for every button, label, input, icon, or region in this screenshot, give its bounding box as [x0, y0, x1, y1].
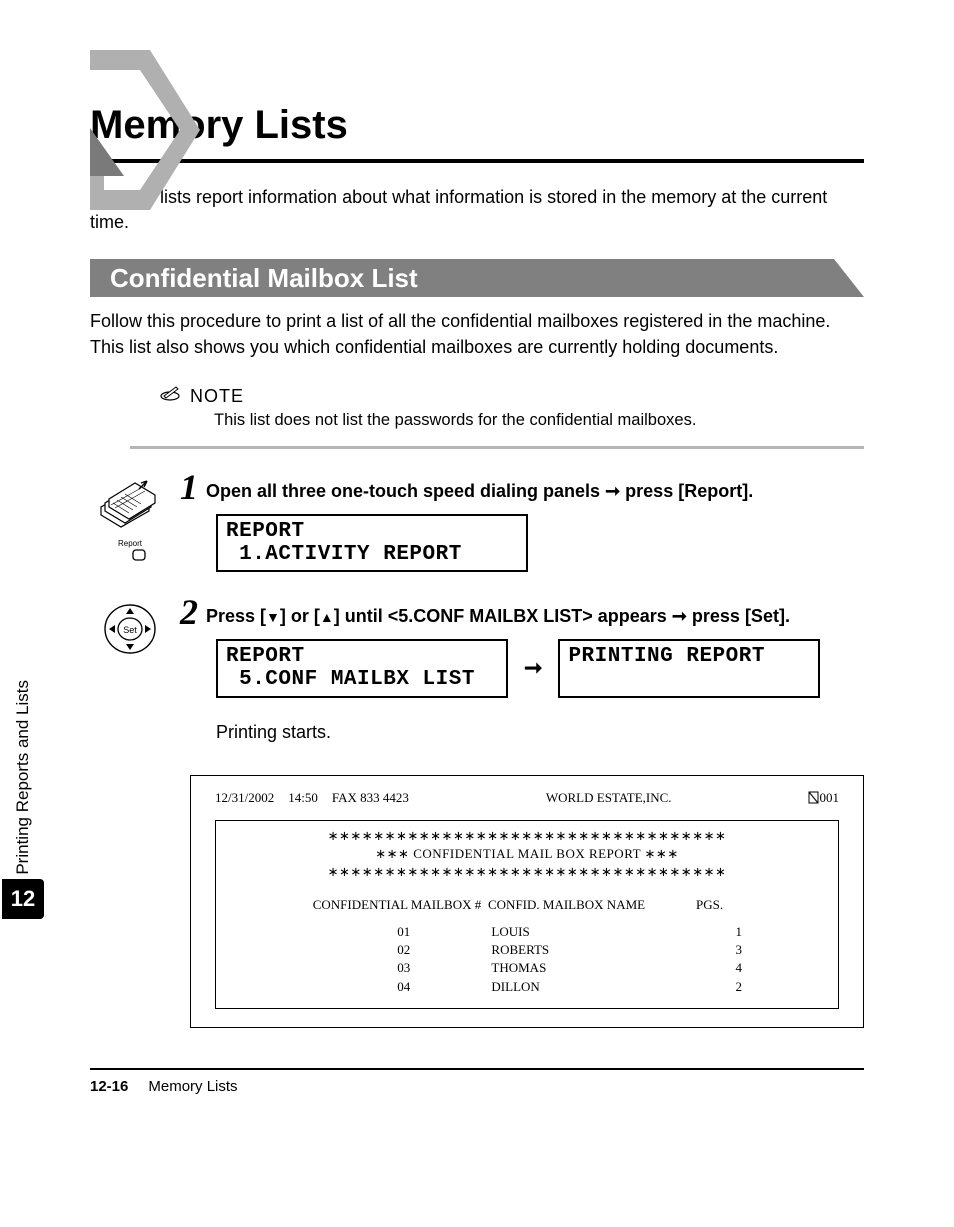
report-sample: 12/31/2002 14:50 FAX 833 4423 WORLD ESTA…: [190, 775, 864, 1028]
arrow-icon: ➞: [672, 606, 687, 626]
footer-title: Memory Lists: [148, 1078, 237, 1095]
report-row: 03THOMAS4: [306, 959, 748, 977]
report-cell: 03: [306, 959, 491, 977]
report-time: 14:50: [288, 790, 318, 806]
report-divider-bot: ∗∗∗∗∗∗∗∗∗∗∗∗∗∗∗∗∗∗∗∗∗∗∗∗∗∗∗∗∗∗∗∗∗∗∗: [328, 864, 727, 879]
step-2-text: Press [▼] or [▲] until <5.CONF MAILBX LI…: [206, 596, 790, 629]
report-row: 04DILLON2: [306, 978, 748, 996]
report-cell: 4: [692, 959, 748, 977]
report-cell: DILLON: [491, 978, 691, 996]
lcd-step1: REPORT 1.ACTIVITY REPORT: [216, 514, 528, 572]
step-1-number: 1: [180, 471, 200, 503]
arrow-icon: ➞: [605, 481, 620, 501]
report-col-1: CONFIDENTIAL MAILBOX #: [306, 897, 488, 913]
pencil-icon: [160, 384, 182, 402]
printing-starts-text: Printing starts.: [216, 722, 864, 743]
step-2: Set 2 Press [▼] or [▲] until <5.CONF MAI…: [90, 596, 864, 756]
section-bar: Confidential Mailbox List: [90, 259, 864, 297]
chevron-icon: [90, 50, 210, 210]
report-cell: 02: [306, 941, 491, 959]
note-separator: [130, 446, 864, 449]
report-row: 02ROBERTS3: [306, 941, 748, 959]
report-cell: THOMAS: [491, 959, 691, 977]
footer: 12-16 Memory Lists: [90, 1078, 864, 1095]
side-tab: Printing Reports and Lists 12: [0, 670, 46, 919]
section-heading: Confidential Mailbox List: [110, 263, 418, 293]
note-label: NOTE: [190, 386, 244, 407]
step-2-text-b: ] or [: [280, 606, 320, 626]
footer-page-number: 12-16: [90, 1078, 128, 1095]
step-2-text-c: ] until <5.CONF MAILBX LIST> appears: [334, 606, 672, 626]
report-rows: 01LOUIS102ROBERTS303THOMAS404DILLON2: [306, 923, 748, 996]
report-company: WORLD ESTATE,INC.: [546, 790, 672, 806]
report-cell: 2: [692, 978, 748, 996]
report-pagecounter-value: 001: [819, 790, 839, 805]
report-fax: FAX 833 4423: [332, 790, 409, 806]
down-triangle-icon: ▼: [266, 608, 280, 628]
title-block: Memory Lists: [90, 50, 864, 149]
report-title: ∗∗∗∗∗∗∗∗∗∗∗∗∗∗∗∗∗∗∗∗∗∗∗∗∗∗∗∗∗∗∗∗∗∗∗ ∗∗∗ …: [306, 827, 748, 882]
step-1-text-b: press [Report].: [620, 481, 753, 501]
report-inner-box: ∗∗∗∗∗∗∗∗∗∗∗∗∗∗∗∗∗∗∗∗∗∗∗∗∗∗∗∗∗∗∗∗∗∗∗ ∗∗∗ …: [215, 820, 839, 1009]
report-columns: CONFIDENTIAL MAILBOX # CONFID. MAILBOX N…: [306, 897, 748, 913]
report-cell: 1: [692, 923, 748, 941]
step-2-number: 2: [180, 596, 200, 628]
side-tab-number: 12: [2, 879, 44, 919]
step-1-text: Open all three one-touch speed dialing p…: [206, 471, 753, 504]
report-col-2: CONFID. MAILBOX NAME: [488, 897, 696, 913]
arrow-between-icon: ➞: [524, 655, 542, 681]
lcd-step2-left: REPORT 5.CONF MAILBX LIST: [216, 639, 508, 697]
report-cell: ROBERTS: [491, 941, 691, 959]
lcd-step2-right: PRINTING REPORT: [558, 639, 820, 697]
report-divider-top: ∗∗∗∗∗∗∗∗∗∗∗∗∗∗∗∗∗∗∗∗∗∗∗∗∗∗∗∗∗∗∗∗∗∗∗: [328, 828, 727, 843]
footer-rule: [90, 1068, 864, 1070]
step-1-text-a: Open all three one-touch speed dialing p…: [206, 481, 605, 501]
note-text: This list does not list the passwords fo…: [214, 411, 864, 430]
step-1: Report 1 Open all three one-touch speed …: [90, 471, 864, 578]
set-button-icon: Set: [103, 602, 157, 656]
note-row: NOTE: [160, 384, 864, 407]
report-sample-header: 12/31/2002 14:50 FAX 833 4423 WORLD ESTA…: [215, 790, 839, 806]
report-cell: 3: [692, 941, 748, 959]
report-cell: 04: [306, 978, 491, 996]
pagecount-icon: [808, 791, 819, 804]
step-2-text-d: press [Set].: [687, 606, 790, 626]
report-button-label: Report: [113, 539, 147, 548]
follow-paragraph: Follow this procedure to print a list of…: [90, 309, 864, 359]
report-cell: LOUIS: [491, 923, 691, 941]
report-col-3: PGS.: [696, 897, 748, 913]
up-triangle-icon: ▲: [320, 608, 334, 628]
report-row: 01LOUIS1: [306, 923, 748, 941]
panel-icon: [99, 475, 161, 529]
side-tab-label: Printing Reports and Lists: [13, 670, 33, 879]
report-date: 12/31/2002: [215, 790, 274, 806]
report-cell: 01: [306, 923, 491, 941]
report-pagecounter: 001: [808, 790, 839, 806]
report-title-text: ∗∗∗ CONFIDENTIAL MAIL BOX REPORT ∗∗∗: [375, 846, 678, 861]
set-label: Set: [123, 625, 137, 635]
report-button-icon: Report: [113, 539, 147, 569]
step-2-text-a: Press [: [206, 606, 266, 626]
